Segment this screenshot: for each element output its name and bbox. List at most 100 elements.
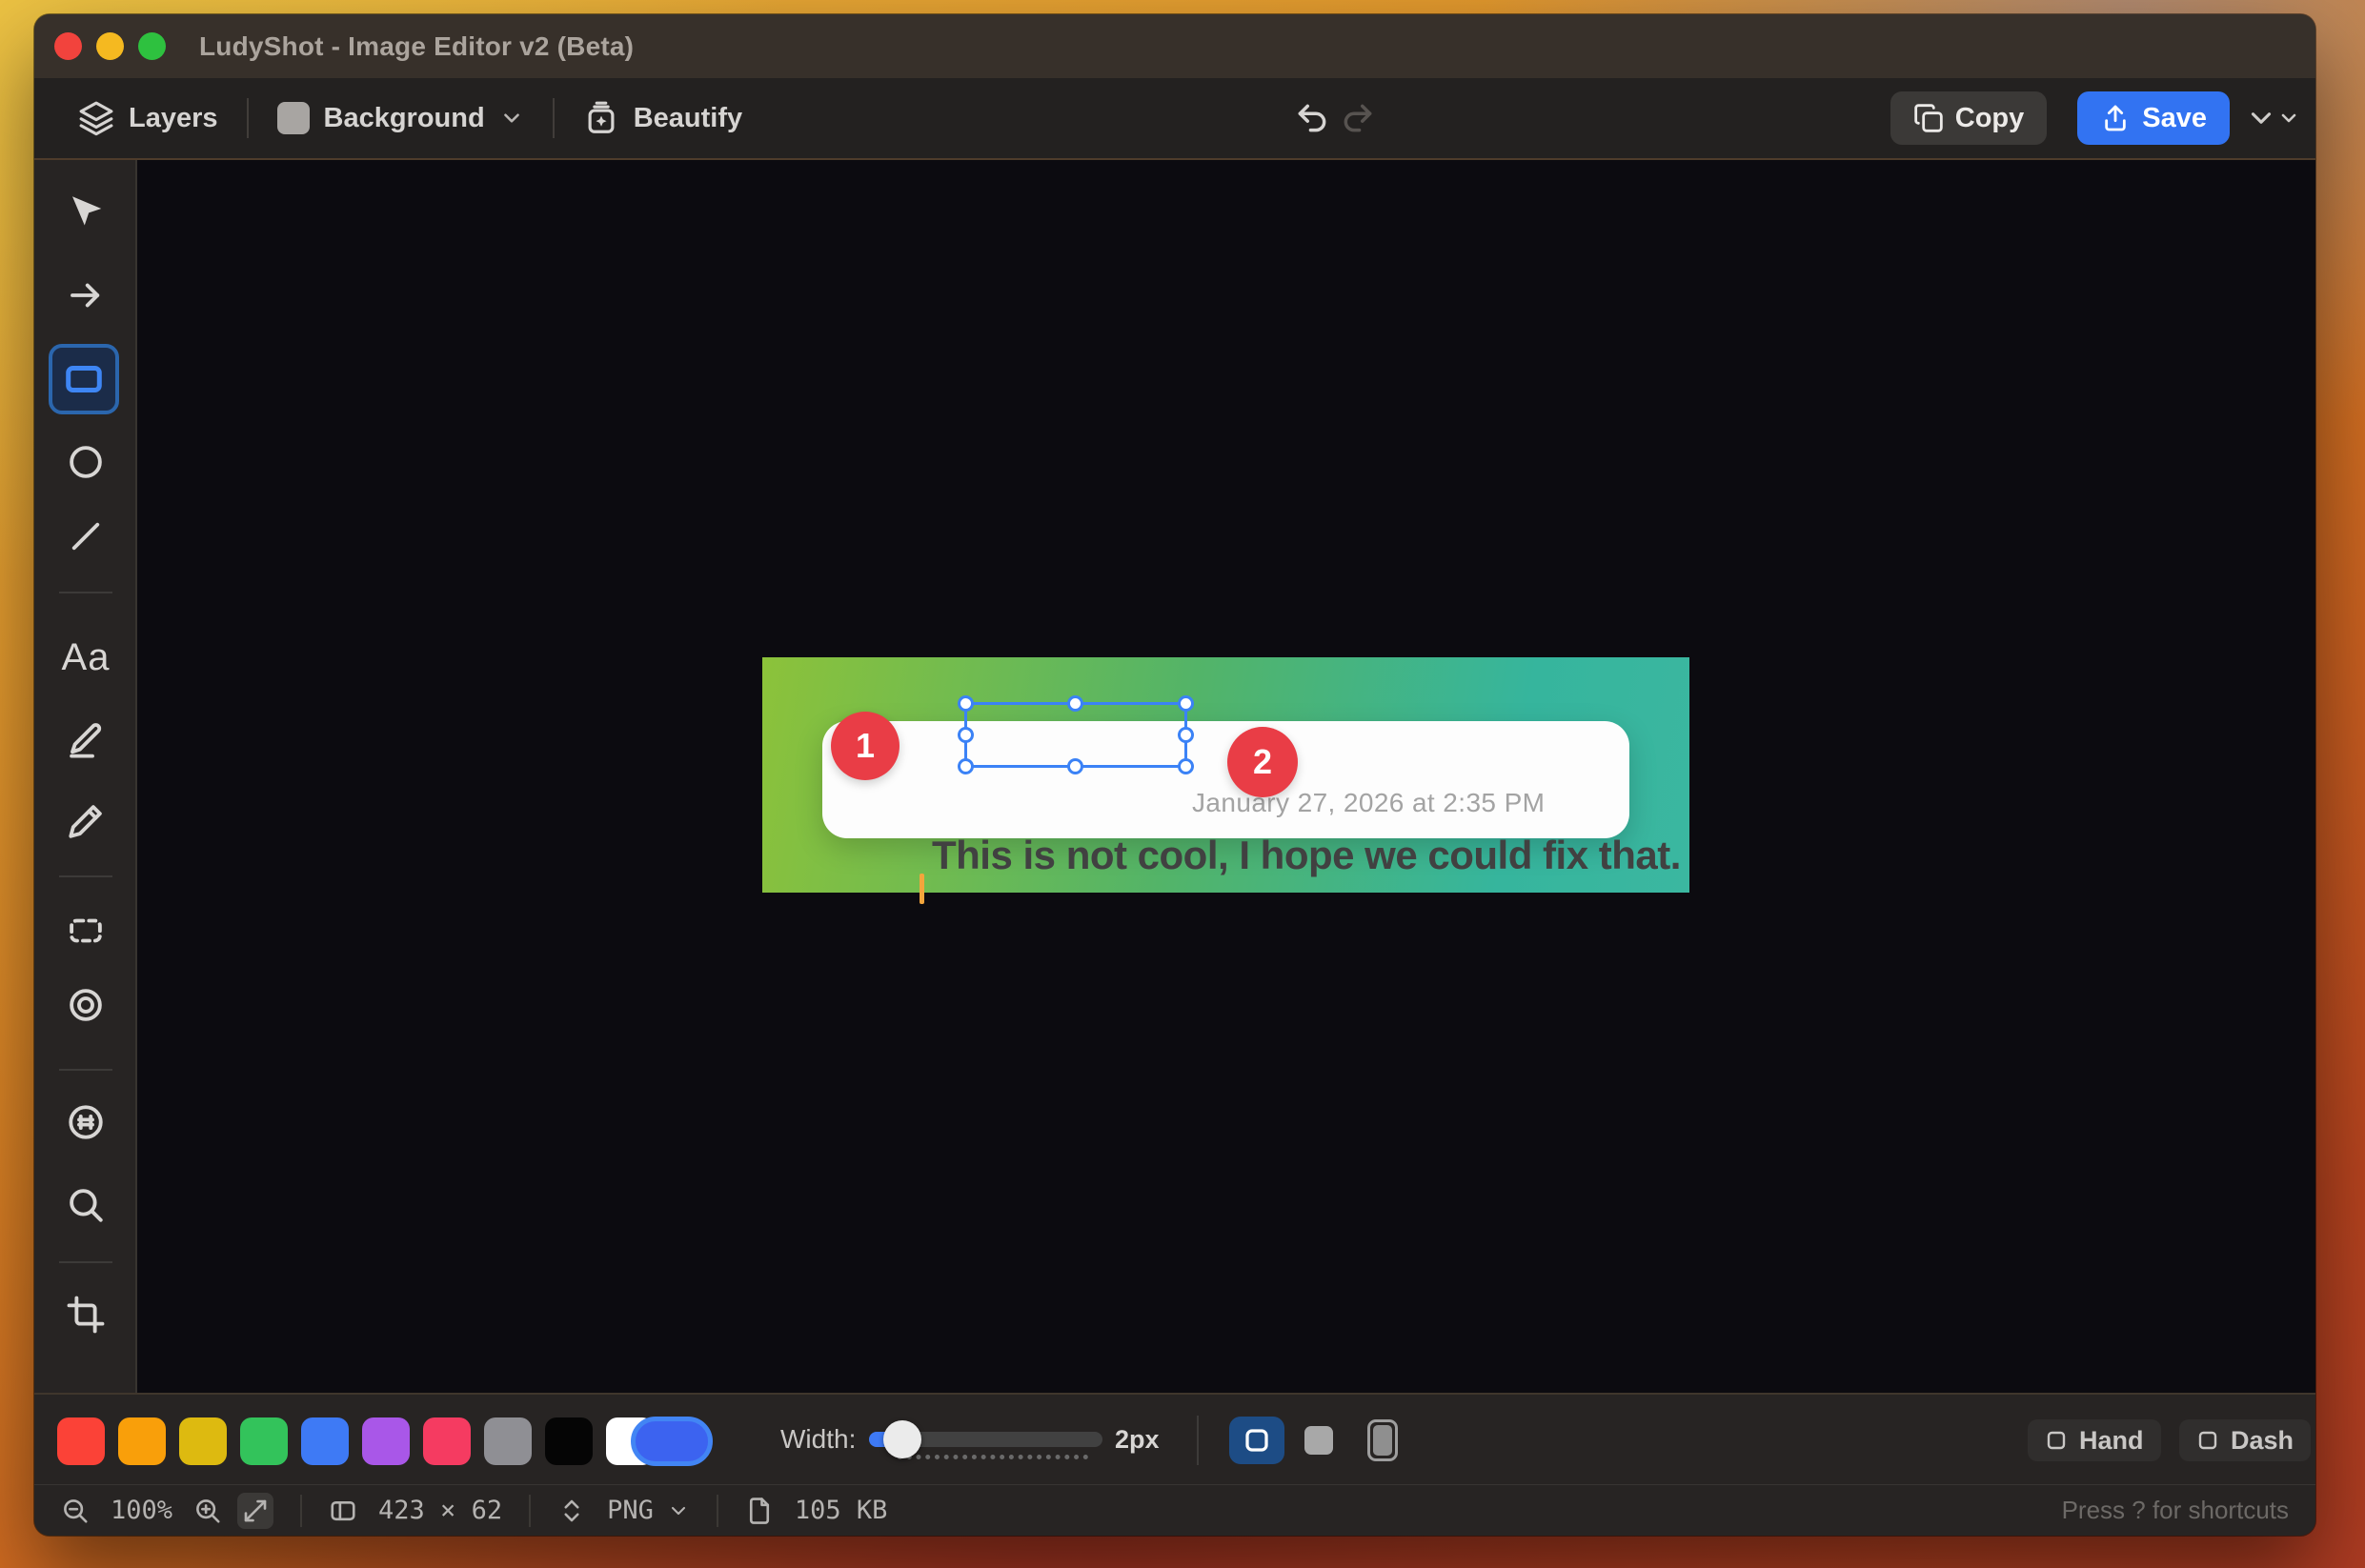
sidebar-divider: [59, 592, 112, 593]
close-button[interactable]: [54, 32, 82, 60]
zoom-out-icon[interactable]: [61, 1497, 90, 1525]
tool-line[interactable]: [59, 510, 112, 563]
resize-handle-bottom-left[interactable]: [958, 758, 974, 774]
color-swatch-red[interactable]: [57, 1417, 105, 1465]
dash-label: Dash: [2231, 1426, 2294, 1456]
app-window: LudyShot - Image Editor v2 (Beta) Layers…: [34, 14, 2315, 1536]
beautify-button[interactable]: Beautify: [583, 100, 742, 136]
dimensions-group: 423 × 62: [329, 1496, 502, 1525]
sidebar-divider: [59, 1069, 112, 1071]
marker-icon: [66, 720, 106, 760]
text-tool-icon: Aa: [62, 636, 111, 679]
tool-rectangle[interactable]: [49, 344, 119, 414]
fullscreen-button[interactable]: [138, 32, 166, 60]
file-format: PNG: [607, 1496, 654, 1525]
color-swatch-green[interactable]: [240, 1417, 288, 1465]
tool-counter[interactable]: [59, 1096, 112, 1149]
chevron-down-icon: [499, 106, 524, 131]
redo-icon[interactable]: [1340, 100, 1376, 136]
tool-text[interactable]: Aa: [59, 631, 112, 684]
file-size: 105 KB: [795, 1496, 888, 1525]
color-swatch-black[interactable]: [545, 1417, 593, 1465]
main-area: Aa: [34, 160, 2315, 1393]
resize-handle-middle-right[interactable]: [1178, 727, 1194, 743]
copy-button[interactable]: Copy: [1890, 91, 2048, 145]
tool-crop[interactable]: [59, 1288, 112, 1341]
layers-button[interactable]: Layers: [78, 100, 218, 136]
resize-handle-top-middle[interactable]: [1067, 695, 1083, 712]
pointer-icon: [66, 191, 106, 231]
tool-spotlight[interactable]: [59, 978, 112, 1032]
tool-ellipse[interactable]: [59, 435, 112, 489]
toolbar: Layers Background Beautify: [34, 78, 2315, 160]
checkbox-icon: [2196, 1429, 2219, 1452]
counter-badge-1[interactable]: 1: [831, 712, 900, 780]
beautify-icon: [583, 100, 619, 136]
width-slider[interactable]: [869, 1432, 1102, 1447]
tool-arrow[interactable]: [59, 269, 112, 322]
edited-screenshot[interactable]: January 27, 2026 at 2:35 PM This is not …: [762, 657, 1689, 893]
chevrons-up-down-icon: [557, 1497, 586, 1525]
image-dimensions: 423 × 62: [378, 1496, 502, 1525]
tool-select-area[interactable]: [59, 904, 112, 957]
stroke-width-group: Width:: [780, 1395, 1102, 1484]
card-caption: This is not cool, I hope we could fix th…: [932, 834, 1681, 877]
zoom-in-icon[interactable]: [193, 1497, 222, 1525]
counter-icon: [66, 1102, 106, 1142]
save-label: Save: [2142, 103, 2207, 134]
tool-marker[interactable]: [59, 714, 112, 767]
sidebar-divider: [59, 1261, 112, 1263]
color-swatch-blue[interactable]: [301, 1417, 349, 1465]
resize-handle-bottom-right[interactable]: [1178, 758, 1194, 774]
shape-style-fill[interactable]: [1304, 1426, 1333, 1455]
background-swatch: [277, 102, 310, 134]
resize-handle-middle-left[interactable]: [958, 727, 974, 743]
layers-icon: [78, 100, 114, 136]
beautify-label: Beautify: [634, 103, 742, 134]
width-slider-thumb[interactable]: [883, 1420, 921, 1458]
selection-rectangle[interactable]: [964, 702, 1187, 768]
selected-color-indicator[interactable]: [631, 1417, 713, 1466]
toolbar-separator: [553, 98, 555, 138]
notification-card[interactable]: January 27, 2026 at 2:35 PM This is not …: [822, 721, 1629, 838]
chevron-down-icon: [2277, 107, 2300, 130]
statusbar: 100% 423 × 62 PNG 105 KB Press ? for sho…: [34, 1484, 2315, 1536]
hand-toggle[interactable]: Hand: [2028, 1419, 2161, 1461]
window-title: LudyShot - Image Editor v2 (Beta): [199, 31, 634, 62]
filesize-group: 105 KB: [745, 1496, 888, 1525]
dash-toggle[interactable]: Dash: [2179, 1419, 2311, 1461]
options-separator: [1197, 1416, 1199, 1465]
fit-to-screen-button[interactable]: [237, 1493, 273, 1529]
width-value: 2px: [1115, 1395, 1160, 1484]
color-swatch-gray[interactable]: [484, 1417, 532, 1465]
resize-diagonal-icon: [241, 1497, 270, 1525]
text-caret: [920, 874, 924, 904]
color-swatch-orange[interactable]: [118, 1417, 166, 1465]
counter-badge-2[interactable]: 2: [1227, 727, 1298, 797]
minimize-button[interactable]: [96, 32, 124, 60]
file-icon: [745, 1497, 774, 1525]
zoom-controls: 100%: [61, 1493, 273, 1529]
chevron-down-icon: [667, 1499, 690, 1522]
save-button[interactable]: Save: [2077, 91, 2230, 145]
editor-canvas[interactable]: January 27, 2026 at 2:35 PM This is not …: [137, 160, 2315, 1393]
color-swatch-pink[interactable]: [423, 1417, 471, 1465]
chevron-down-icon: [2245, 102, 2277, 134]
undo-icon[interactable]: [1294, 100, 1330, 136]
tool-pointer[interactable]: [59, 185, 112, 238]
tool-pencil[interactable]: [59, 794, 112, 848]
background-dropdown[interactable]: Background: [277, 102, 524, 134]
resize-handle-bottom-middle[interactable]: [1067, 758, 1083, 774]
color-swatch-yellow[interactable]: [179, 1417, 227, 1465]
pencil-icon: [66, 801, 106, 841]
shape-style-fill-stroke[interactable]: [1367, 1419, 1398, 1461]
save-options-expander[interactable]: [2245, 102, 2300, 134]
resize-handle-top-right[interactable]: [1178, 695, 1194, 712]
format-selector[interactable]: PNG: [557, 1496, 690, 1525]
statusbar-separator: [717, 1495, 718, 1527]
zoom-level: 100%: [111, 1496, 172, 1525]
resize-handle-top-left[interactable]: [958, 695, 974, 712]
shape-style-outline[interactable]: [1229, 1417, 1284, 1464]
tool-magnify[interactable]: [59, 1178, 112, 1232]
color-swatch-purple[interactable]: [362, 1417, 410, 1465]
